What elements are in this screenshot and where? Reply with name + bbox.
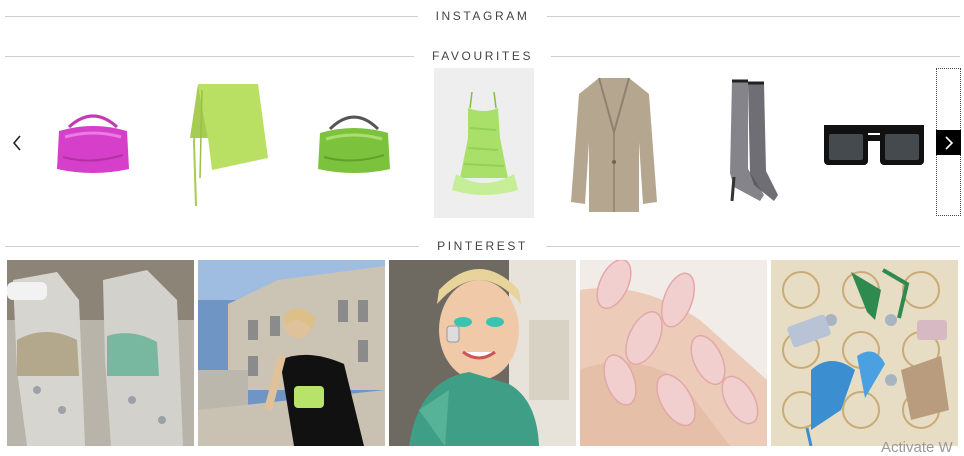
pin-street-style[interactable] [7, 260, 194, 446]
divider [547, 15, 961, 17]
divider [5, 15, 418, 17]
chevron-right-icon [944, 135, 953, 150]
favourites-heading: FAVOURITES [5, 47, 960, 65]
pin-pink-nails[interactable] [580, 260, 767, 446]
fav-item-mesh-boots[interactable] [694, 68, 794, 218]
pin-green-makeup[interactable] [389, 260, 576, 446]
instagram-title: INSTAGRAM [435, 9, 530, 23]
fav-item-lime-skirt[interactable] [177, 68, 277, 218]
fav-item-green-dress[interactable] [434, 68, 534, 218]
pinterest-heading: PINTEREST [5, 237, 960, 255]
divider [545, 245, 960, 247]
divider [5, 245, 420, 247]
carousel-next-button[interactable] [936, 130, 961, 155]
pin-blue-heels[interactable] [771, 260, 958, 446]
favourites-title: FAVOURITES [431, 49, 534, 63]
activate-windows-watermark: Activate W [881, 439, 953, 456]
fav-item-blazer[interactable] [564, 68, 664, 218]
carousel-prev-button[interactable] [8, 132, 26, 154]
pin-paris-dress[interactable] [198, 260, 385, 446]
fav-item-pink-bag[interactable] [43, 68, 143, 218]
divider [551, 55, 960, 57]
chevron-left-icon [12, 135, 21, 151]
fav-item-green-bag[interactable] [304, 68, 404, 218]
favourites-carousel [0, 68, 964, 218]
pinterest-title: PINTEREST [437, 239, 528, 253]
divider [5, 55, 414, 57]
fav-item-sunglasses[interactable] [822, 68, 926, 218]
instagram-heading: INSTAGRAM [5, 7, 961, 25]
pinterest-grid [7, 260, 962, 446]
